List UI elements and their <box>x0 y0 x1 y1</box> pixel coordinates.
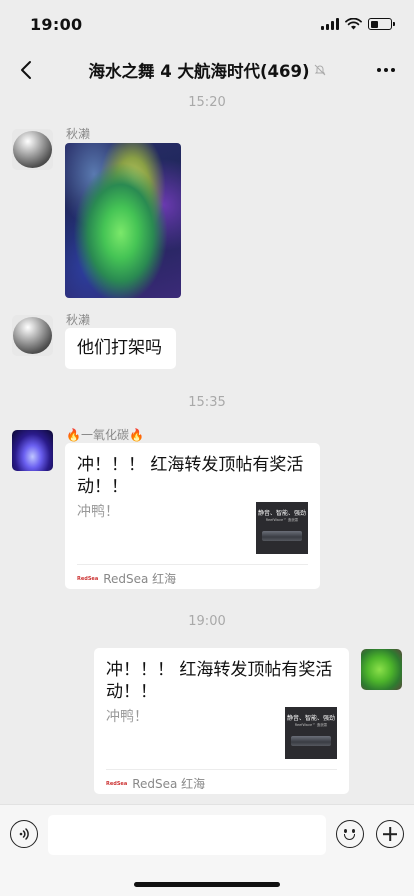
divider <box>106 769 337 770</box>
link-title-line1: 冲！！！ 红海转发顶帖有奖活 <box>106 660 333 680</box>
status-time: 19:00 <box>30 14 83 34</box>
cellular-signal-icon <box>321 18 339 30</box>
sender-name: 秋濑 <box>66 127 91 141</box>
battery-icon <box>368 18 395 30</box>
link-card-message[interactable]: 冲！！！ 红海转发顶帖有奖活 动！！ 冲鸭！ 静音、智能、强劲 ReefWave… <box>65 443 320 589</box>
more-dot-icon <box>384 68 388 72</box>
chat-title-text: 海水之舞 4 大航海时代(469) <box>88 62 310 81</box>
message-input[interactable] <box>48 815 326 855</box>
more-button[interactable] <box>374 58 398 82</box>
fire-icon: 🔥 <box>128 428 144 442</box>
link-description: 冲鸭！ <box>106 709 148 725</box>
more-options-button[interactable] <box>376 820 404 848</box>
emoji-button[interactable] <box>336 820 364 848</box>
more-dot-icon <box>377 68 381 72</box>
emoji-icon <box>344 829 347 833</box>
back-button[interactable] <box>14 58 38 82</box>
home-indicator <box>134 882 280 887</box>
wave-pump-image <box>291 736 331 746</box>
chat-area[interactable]: 15:20 秋濑 秋濑 他们打架吗 15:35 🔥一氧化碳🔥 冲！！！ 红海转发… <box>0 92 414 804</box>
link-thumbnail: 静音、智能、强劲 ReefWave™ 造浪泵 <box>256 502 308 554</box>
link-description: 冲鸭！ <box>77 504 119 520</box>
redsea-logo-icon: RedSea <box>77 575 99 582</box>
link-source: RedSea RedSea 红海 <box>106 777 206 791</box>
message-timestamp: 15:20 <box>188 95 226 110</box>
avatar[interactable] <box>361 649 402 690</box>
fire-icon: 🔥 <box>66 428 81 442</box>
redsea-logo-icon: RedSea <box>106 780 128 787</box>
sender-name: 秋濑 <box>66 313 91 327</box>
wifi-icon <box>345 18 362 30</box>
image-message-coral[interactable] <box>65 143 181 298</box>
link-title-line2: 动！！ <box>77 477 128 497</box>
link-thumbnail: 静音、智能、强劲 ReefWave™ 造浪泵 <box>285 707 337 759</box>
status-bar: 19:00 <box>0 0 414 48</box>
wave-pump-image <box>262 531 302 541</box>
link-source: RedSea RedSea 红海 <box>77 572 177 586</box>
sender-name: 🔥一氧化碳🔥 <box>66 428 144 442</box>
chat-title: 海水之舞 4 大航海时代(469) <box>89 58 326 82</box>
link-card-message[interactable]: 冲！！！ 红海转发顶帖有奖活 动！！ 冲鸭！ 静音、智能、强劲 ReefWave… <box>94 648 349 794</box>
mute-icon <box>314 64 325 76</box>
status-icons <box>321 18 395 30</box>
avatar[interactable] <box>12 129 53 170</box>
avatar[interactable] <box>12 430 53 471</box>
voice-button[interactable] <box>10 820 38 848</box>
message-text: 他们打架吗 <box>77 338 162 358</box>
text-message[interactable]: 他们打架吗 <box>65 328 176 369</box>
message-timestamp: 19:00 <box>188 614 226 629</box>
avatar[interactable] <box>12 315 53 356</box>
voice-icon <box>19 828 29 840</box>
nav-bar: 海水之舞 4 大航海时代(469) <box>0 48 414 92</box>
message-timestamp: 15:35 <box>188 395 226 410</box>
link-title-line2: 动！！ <box>106 682 157 702</box>
chevron-left-icon <box>21 61 31 79</box>
divider <box>77 564 308 565</box>
more-dot-icon <box>391 68 395 72</box>
link-title-line1: 冲！！！ 红海转发顶帖有奖活 <box>77 455 304 475</box>
